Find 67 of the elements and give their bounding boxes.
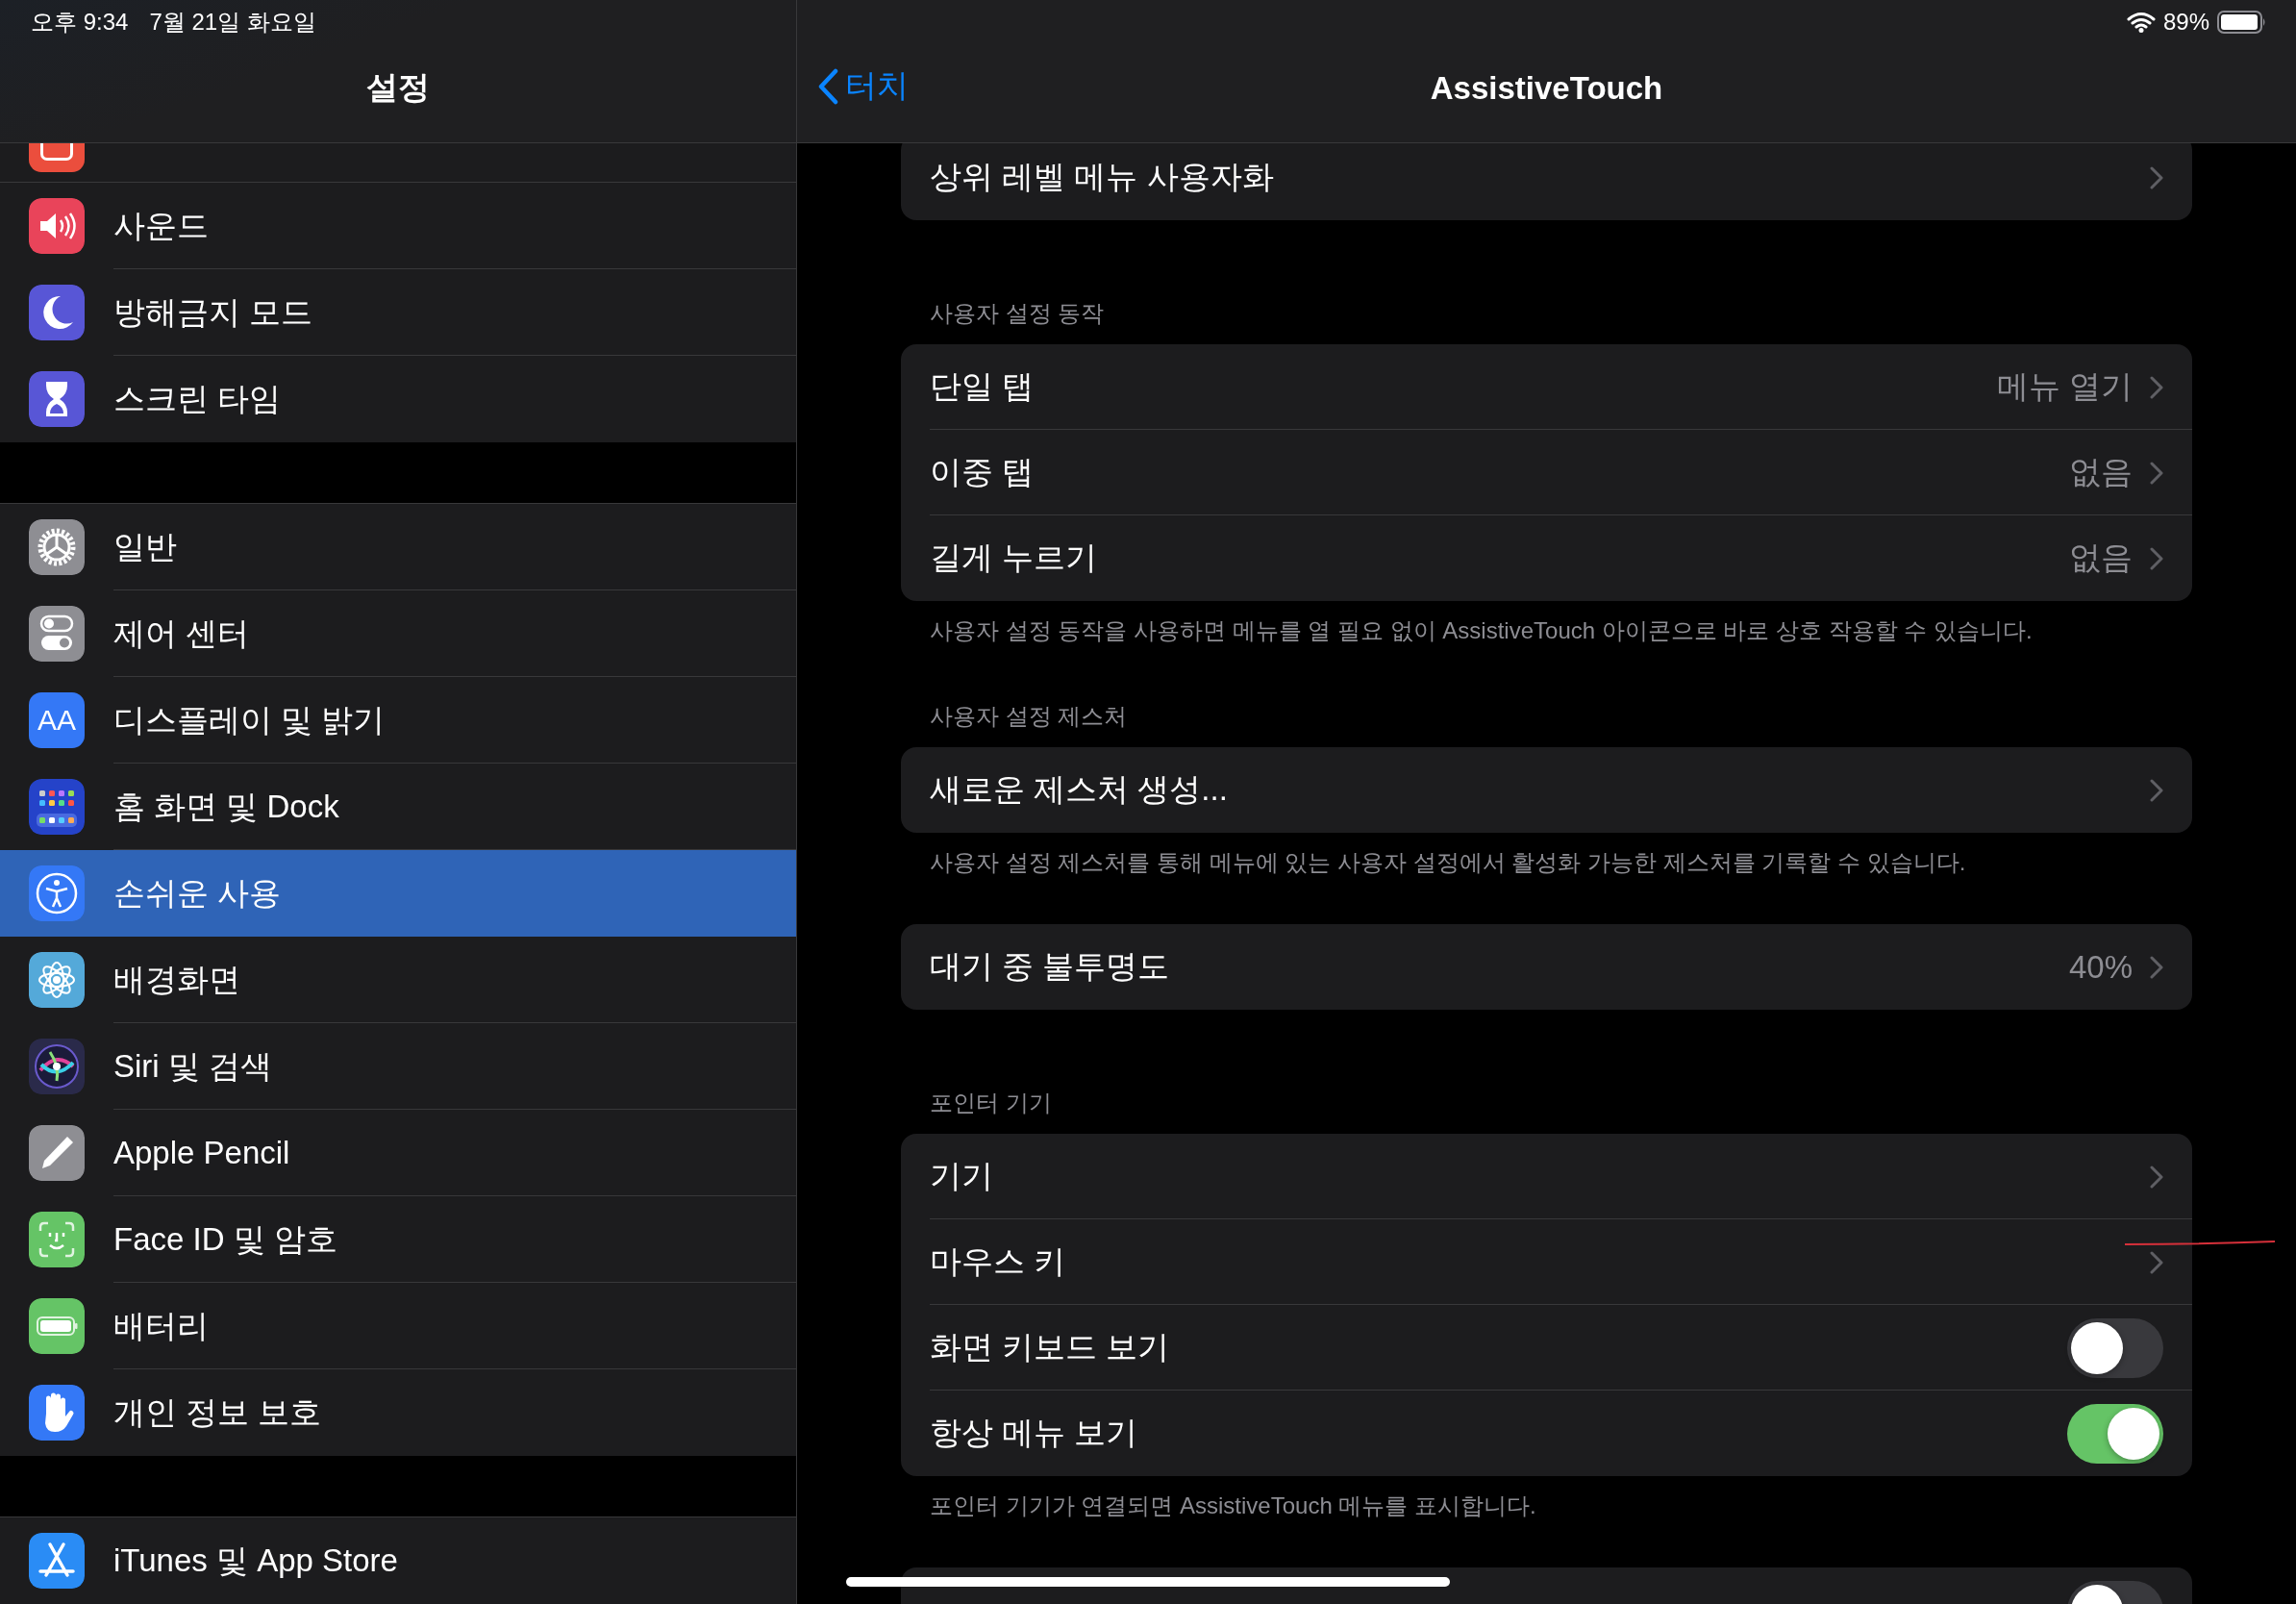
sidebar-title: 설정: [366, 68, 430, 107]
flower-icon: [29, 952, 85, 1009]
section-footer: 사용자 설정 동작을 사용하면 메뉴를 열 필요 없이 AssistiveTouch 아이콘으로 바로 상호 작용할 수 있습니다.: [930, 617, 2033, 643]
accessibility-icon: [29, 865, 85, 922]
settings-row[interactable]: 새로운 제스처 생성...: [901, 747, 2192, 833]
hourglass-icon: [29, 371, 85, 428]
row-value: 메뉴 열기: [1996, 367, 2133, 406]
sidebar-item[interactable]: Apple Pencil: [0, 1110, 796, 1197]
settings-row[interactable]: 대기 중 불투명도 40%: [901, 924, 2192, 1010]
settings-row[interactable]: 상위 레벨 메뉴 사용자화: [901, 143, 2192, 220]
orb-icon: [29, 1039, 85, 1095]
chevron-icon: [2150, 375, 2163, 399]
row-value: 없음: [2069, 539, 2133, 577]
section-header: 포인터 기기: [930, 1090, 1052, 1115]
section-footer: 사용자 설정 제스처를 통해 메뉴에 있는 사용자 설정에서 활성화 가능한 제스처를 기록할 수 있습니다.: [930, 849, 1966, 875]
sidebar-item[interactable]: 손쉬운 사용: [0, 850, 796, 938]
chevron-icon: [2150, 1165, 2163, 1189]
sidebar-item[interactable]: Siri 및 검색: [0, 1023, 796, 1111]
battery-percent: 89%: [2162, 8, 2209, 36]
wifi-icon: [2126, 11, 2156, 33]
text-size-icon: AA: [29, 692, 85, 749]
chevron-icon: [2150, 1250, 2163, 1274]
row-value: 40%: [2068, 948, 2133, 986]
settings-row[interactable]: 이중 탭 없음: [901, 430, 2192, 515]
sidebar-item[interactable]: 제어 센터: [0, 590, 796, 678]
sidebar-item[interactable]: 스크린 타임: [0, 356, 796, 443]
chevron-icon: [2150, 546, 2163, 570]
sidebar-item[interactable]: 일반: [0, 504, 796, 591]
back-button[interactable]: 터치: [818, 64, 909, 108]
sidebar-item[interactable]: 배경화면: [0, 937, 796, 1024]
settings-row[interactable]: 단일 탭 메뉴 열기: [901, 344, 2192, 430]
settings-row[interactable]: 길게 누르기 없음: [901, 515, 2192, 601]
sidebar-item[interactable]: 배터리: [0, 1283, 796, 1370]
section-header: 사용자 설정 제스처: [930, 703, 1128, 729]
settings-row[interactable]: 마우스 키: [901, 1219, 2192, 1305]
section-footer: 포인터 기기가 연결되면 AssistiveTouch 메뉴를 표시합니다.: [930, 1492, 1536, 1518]
hand-icon: [29, 1385, 85, 1441]
row-value: 없음: [2069, 453, 2133, 491]
back-chevron-icon: [818, 67, 839, 105]
moon-icon: [29, 285, 85, 341]
chevron-icon: [2150, 165, 2163, 189]
row-label: 항상 메뉴 보기: [930, 1414, 1139, 1452]
toggle-switches-icon: [29, 606, 85, 663]
settings-row[interactable]: 기기: [901, 1134, 2192, 1219]
battery-icon: [29, 1298, 85, 1355]
crossed-sticks-icon: [29, 1533, 85, 1589]
row-label: 화면 키보드 보기: [930, 1328, 1171, 1366]
sidebar-item[interactable]: 홈 화면 및 Dock: [0, 764, 796, 851]
speaker-icon: [29, 198, 85, 255]
status-time: 오후 9:34: [31, 7, 129, 37]
page-title: AssistiveTouch: [1430, 69, 1663, 107]
chevron-icon: [2150, 778, 2163, 802]
sidebar-item[interactable]: Face ID 및 암호: [0, 1196, 796, 1284]
battery-icon: [2217, 10, 2267, 34]
sidebar-item[interactable]: 개인 정보 보호: [0, 1369, 796, 1457]
sidebar-item[interactable]: iTunes 및 App Store: [0, 1517, 796, 1604]
sidebar-item[interactable]: 방해금지 모드: [0, 269, 796, 357]
pencil-icon: [29, 1125, 85, 1182]
sidebar-item[interactable]: AA 디스플레이 및 밝기: [0, 677, 796, 764]
status-date: 7월 21일 화요일: [149, 7, 316, 37]
section-header: 사용자 설정 동작: [930, 300, 1105, 326]
gear-icon: [29, 519, 85, 576]
app-grid-icon: [29, 779, 85, 836]
chevron-icon: [2150, 461, 2163, 485]
chevron-icon: [2150, 955, 2163, 979]
sidebar-item[interactable]: 사운드: [0, 183, 796, 270]
face-frame-icon: [29, 1212, 85, 1268]
